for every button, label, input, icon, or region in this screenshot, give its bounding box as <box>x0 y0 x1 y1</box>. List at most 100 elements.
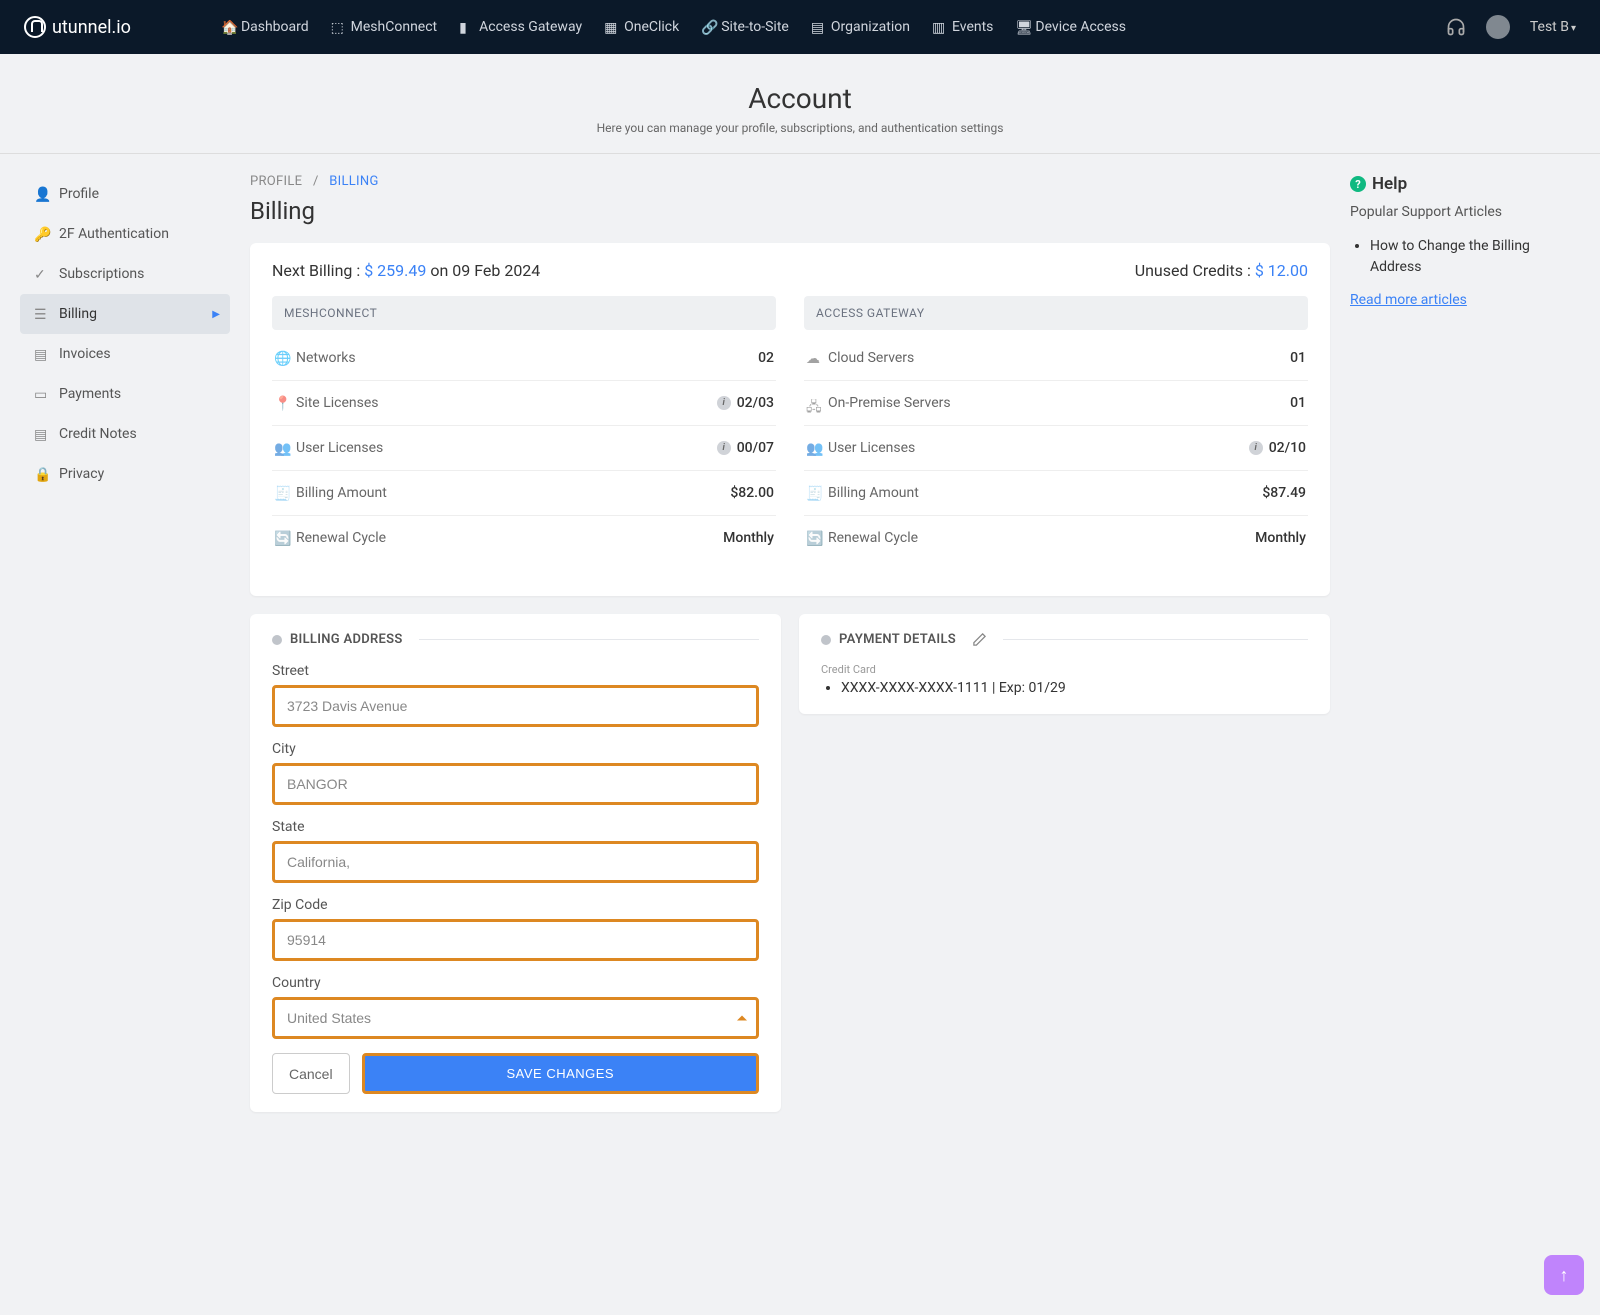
note-icon: ▤ <box>34 427 49 442</box>
mesh-amount-row: 🧾Billing Amount $82.00 <box>272 471 776 516</box>
top-nav: 🏠Dashboard ⬚MeshConnect ▮Access Gateway … <box>221 19 1446 35</box>
mesh-amount-label: Billing Amount <box>296 485 387 501</box>
sidebar-item-privacy[interactable]: 🔒Privacy <box>20 454 230 494</box>
mesh-networks-label: Networks <box>296 350 356 366</box>
billing-address-title-text: BILLING ADDRESS <box>290 632 403 647</box>
sidebar-item-2fa[interactable]: 🔑 2F Authentication <box>20 214 230 254</box>
payment-details-title-text: PAYMENT DETAILS <box>839 632 956 647</box>
state-label: State <box>272 819 759 835</box>
help-sidebar: ?Help Popular Support Articles How to Ch… <box>1350 154 1580 1130</box>
mesh-site-value: 02/03 <box>737 395 774 411</box>
street-label: Street <box>272 663 759 679</box>
sidebar-item-billing[interactable]: ☰Billing <box>20 294 230 334</box>
mesh-site-row: 📍Site Licenses i02/03 <box>272 381 776 426</box>
help-subtitle: Popular Support Articles <box>1350 204 1580 220</box>
nav-organization-label: Organization <box>831 19 910 35</box>
street-input[interactable] <box>272 685 759 727</box>
logo[interactable]: utunnel.io <box>24 16 131 38</box>
sidebar-2fa-label: 2F Authentication <box>59 226 169 242</box>
sidebar: 👤 Profile 🔑 2F Authentication ✓Subscriptio… <box>20 154 230 1130</box>
shield-icon: ▮ <box>459 20 473 34</box>
save-changes-button[interactable]: SAVE CHANGES <box>362 1053 759 1094</box>
avatar[interactable] <box>1486 15 1510 39</box>
page-subtitle: Here you can manage your profile, subscr… <box>0 121 1600 135</box>
nav-access-gateway-label: Access Gateway <box>479 19 582 35</box>
gateway-cloud-label: Cloud Servers <box>828 350 914 366</box>
brand-text: utunnel.io <box>52 17 131 38</box>
mesh-cycle-label: Renewal Cycle <box>296 530 386 546</box>
nav-access-gateway[interactable]: ▮ Access Gateway <box>459 19 582 35</box>
user-menu[interactable]: Test B▾ <box>1530 19 1576 35</box>
breadcrumb-root[interactable]: PROFILE <box>250 174 302 189</box>
credits-label: Unused Credits : <box>1135 261 1251 280</box>
nav-device-access-label: Device Access <box>1035 19 1126 35</box>
unused-credits: Unused Credits : $ 12.00 <box>1135 261 1308 280</box>
mesh-cycle-value: Monthly <box>723 530 774 546</box>
gateway-user-label: User Licenses <box>828 440 915 456</box>
user-icon: 👤 <box>34 187 49 202</box>
gateway-amount-label: Billing Amount <box>828 485 919 501</box>
country-label: Country <box>272 975 759 991</box>
info-icon[interactable]: i <box>717 396 731 410</box>
billing-summary-card: Next Billing : $ 259.49 on 09 Feb 2024 U… <box>250 243 1330 596</box>
mesh-user-label: User Licenses <box>296 440 383 456</box>
page-title: Account <box>0 82 1600 115</box>
nav-meshconnect-label: MeshConnect <box>351 19 437 35</box>
next-billing: Next Billing : $ 259.49 on 09 Feb 2024 <box>272 261 540 280</box>
cancel-button[interactable]: Cancel <box>272 1053 350 1094</box>
sidebar-item-profile[interactable]: 👤 Profile <box>20 174 230 214</box>
nav-oneclick[interactable]: ▦OneClick <box>604 19 679 35</box>
zip-label: Zip Code <box>272 897 759 913</box>
support-icon[interactable] <box>1446 17 1466 37</box>
users-icon: 👥 <box>806 441 820 455</box>
credits-amount: $ 12.00 <box>1255 261 1308 280</box>
billing-address-card: BILLING ADDRESS Street City State Zip Co… <box>250 614 781 1112</box>
lock-icon: 🔒 <box>34 467 49 482</box>
city-input[interactable] <box>272 763 759 805</box>
sidebar-item-payments[interactable]: ▭Payments <box>20 374 230 414</box>
cycle-icon: 🔄 <box>806 531 820 545</box>
mesh-networks-value: 02 <box>758 350 774 366</box>
breadcrumb-sep: / <box>313 174 319 189</box>
nav-device-access[interactable]: 🖥Device Access <box>1015 19 1126 35</box>
topbar-right: Test B▾ <box>1446 15 1576 39</box>
edit-icon[interactable] <box>972 632 987 647</box>
mesh-user-value: 00/07 <box>737 440 774 456</box>
home-icon: 🏠 <box>221 20 235 34</box>
gateway-panel: ACCESS GATEWAY ☁Cloud Servers 01 🖧On-Pre… <box>804 296 1308 560</box>
nav-events[interactable]: ▥ Events <box>932 19 993 35</box>
sidebar-item-subscriptions[interactable]: ✓Subscriptions <box>20 254 230 294</box>
scroll-top-button[interactable]: ↑ <box>1544 1255 1584 1295</box>
info-icon[interactable]: i <box>1249 441 1263 455</box>
list-icon: ☰ <box>34 307 49 322</box>
nav-meshconnect[interactable]: ⬚MeshConnect <box>331 19 437 35</box>
gateway-onprem-row: 🖧On-Premise Servers 01 <box>804 381 1308 426</box>
city-label: City <box>272 741 759 757</box>
page-header: Account Here you can manage your profile… <box>0 54 1600 154</box>
state-input[interactable] <box>272 841 759 883</box>
link-icon: 🔗 <box>701 20 715 34</box>
country-select[interactable] <box>272 997 759 1039</box>
sidebar-item-invoices[interactable]: ▤Invoices <box>20 334 230 374</box>
nav-dashboard[interactable]: 🏠Dashboard <box>221 19 309 35</box>
calendar-icon: ▥ <box>932 20 946 34</box>
gateway-amount-row: 🧾 Billing Amount $87.49 <box>804 471 1308 516</box>
zip-input[interactable] <box>272 919 759 961</box>
breadcrumb-current: BILLING <box>329 174 378 189</box>
gateway-amount-value: $87.49 <box>1262 485 1306 501</box>
nav-events-label: Events <box>952 19 993 35</box>
info-icon[interactable]: i <box>717 441 731 455</box>
read-more-link[interactable]: Read more articles <box>1350 292 1467 308</box>
sidebar-profile-label: Profile <box>59 186 99 202</box>
key-icon: 🔑 <box>34 227 49 242</box>
nav-site-to-site[interactable]: 🔗Site-to-Site <box>701 19 789 35</box>
help-article-1[interactable]: How to Change the Billing Address <box>1370 236 1580 278</box>
help-title: ?Help <box>1350 174 1580 194</box>
breadcrumb: PROFILE / BILLING <box>250 174 1330 189</box>
arrow-up-icon: ↑ <box>1560 1265 1569 1286</box>
main-content: PROFILE / BILLING Billing Next Billing :… <box>250 154 1330 1130</box>
sidebar-item-credit-notes[interactable]: ▤Credit Notes <box>20 414 230 454</box>
gateway-cycle-row: 🔄Renewal Cycle Monthly <box>804 516 1308 560</box>
nav-organization[interactable]: ▤Organization <box>811 19 910 35</box>
receipt-icon: 🧾 <box>806 486 820 500</box>
